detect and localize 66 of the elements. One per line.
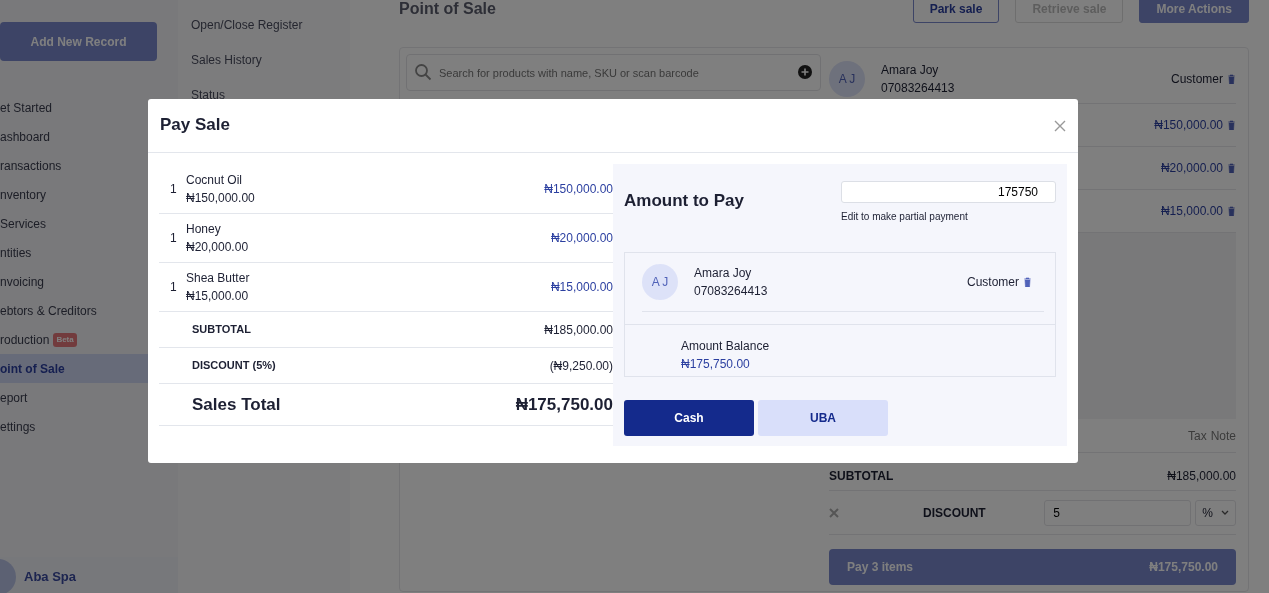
amount-label: Amount to Pay [624,191,744,212]
total-value: ₦175,750.00 [515,393,613,416]
payment-method-button[interactable]: UBA [758,400,888,436]
column-header: Note [1210,427,1236,445]
customer-name: Amara Joy [881,61,940,79]
field-hint: Edit to make partial payment [841,210,969,224]
balance-label: Amount Balance [681,338,771,355]
close-icon[interactable] [829,507,839,518]
customer-phone: 07083264413 [881,79,955,97]
search-icon [414,63,432,81]
summary-label: DISCOUNT (5%) [192,358,276,374]
discount-field[interactable]: 5 [1044,499,1192,526]
search-field[interactable]: Search for products with name, SKU or scan barcode [406,54,821,91]
header-button[interactable]: More Actions [1139,0,1249,23]
unit-select[interactable]: % [1195,499,1236,526]
subtotal-label: SUBTOTAL [829,468,894,485]
close-icon[interactable] [1054,119,1066,132]
customer-phone: 07083264413 [694,283,768,300]
customer-avatar: A J [642,264,678,300]
total-label: Sales Total [192,393,281,416]
customer-name: Amara Joy [694,265,753,282]
subtotal-value: ₦185,000.00 [1167,468,1236,485]
add-record-button[interactable]: Add New Record [0,22,157,61]
balance-value: ₦175,750.00 [681,356,751,373]
item-unit-price: ₦15,000.00 [186,288,250,305]
sidebar-item[interactable]: roduction Beta [0,325,178,354]
pay-button[interactable]: Pay 3 items ₦175,750.00 [829,549,1236,585]
column-header: Tax [1187,427,1207,445]
beta-badge: Beta [53,332,77,347]
trash-icon[interactable] [1023,277,1032,287]
item-name: Cocnut Oil [186,172,244,189]
amount-field[interactable]: 175750 [841,181,1056,203]
line-price: ₦20,000.00 [1160,160,1223,177]
line-price: ₦15,000.00 [1160,203,1223,220]
summary-label: SUBTOTAL [192,322,251,338]
customer-role: Customer [1171,70,1223,88]
customer-role: Customer [967,274,1019,291]
item-total: ₦15,000.00 [550,279,613,296]
summary-value: ₦185,000.00 [544,321,613,339]
item-name: Shea Butter [186,270,250,287]
payment-method-button[interactable]: Cash [624,400,754,436]
submenu-link[interactable]: Open/Close Register [191,18,303,32]
item-quantity: 1 [169,181,178,198]
trash-icon[interactable] [1227,163,1236,173]
trash-icon[interactable] [1227,73,1236,84]
submenu-link[interactable]: Status [191,88,226,102]
item-unit-price: ₦150,000.00 [186,190,255,207]
item-total: ₦20,000.00 [550,230,613,247]
item-unit-price: ₦20,000.00 [186,239,249,256]
submenu-link[interactable]: Sales History [191,53,262,67]
customer-avatar: A J [829,60,865,97]
dialog-title: Pay Sale [160,115,230,136]
line-price: ₦150,000.00 [1154,117,1223,134]
item-name: Honey [186,221,222,238]
chevron-icon [1221,510,1229,515]
add-icon[interactable] [798,65,812,79]
business-name: Aba Spa [24,568,76,587]
discount-label: DISCOUNT [923,504,986,522]
item-quantity: 1 [169,230,178,247]
item-total: ₦150,000.00 [544,181,613,198]
summary-value: (₦9,250.00) [549,357,613,375]
trash-icon[interactable] [1227,206,1236,216]
header-button[interactable]: Park sale [912,0,1000,23]
item-quantity: 1 [169,279,178,296]
trash-icon[interactable] [1227,120,1236,130]
page-title: Point of Sale [399,0,496,19]
